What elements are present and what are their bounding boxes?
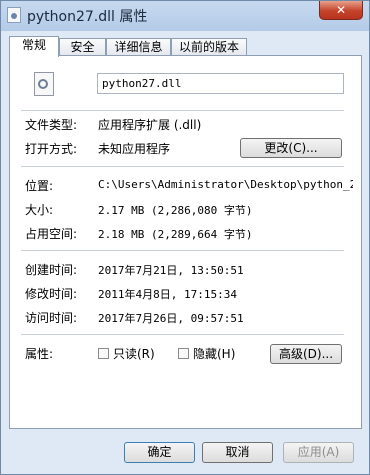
- dll-file-icon: [34, 72, 54, 96]
- cancel-button[interactable]: 取消: [202, 442, 273, 463]
- general-panel: python27.dll 文件类型: 应用程序扩展 (.dll) 打开方式: 未…: [9, 55, 362, 429]
- location-value: C:\Users\Administrator\Desktop\python_22…: [98, 178, 353, 191]
- open-with-label: 打开方式:: [25, 142, 78, 156]
- size-value: 2.17 MB (2,286,080 字节): [98, 204, 253, 217]
- window-title: python27.dll 属性: [27, 9, 148, 25]
- hidden-checkbox[interactable]: [178, 348, 189, 359]
- close-button[interactable]: ✕: [319, 1, 363, 20]
- filename-field[interactable]: python27.dll: [97, 73, 344, 94]
- location-label: 位置:: [25, 179, 54, 193]
- divider: [21, 110, 344, 111]
- divider: [21, 250, 344, 251]
- accessed-value: 2017年7月26日, 09:57:51: [98, 312, 244, 325]
- readonly-label[interactable]: 只读(R): [113, 345, 155, 362]
- ok-button[interactable]: 确定: [124, 442, 195, 463]
- apply-button[interactable]: 应用(A): [283, 442, 354, 463]
- tab-general[interactable]: 常规: [9, 36, 59, 57]
- size-label: 大小:: [25, 203, 54, 217]
- advanced-button[interactable]: 高级(D)...: [270, 344, 342, 364]
- file-type-value: 应用程序扩展 (.dll): [98, 118, 202, 132]
- tab-details[interactable]: 详细信息: [106, 38, 171, 56]
- properties-window: python27.dll 属性 ✕ 常规 安全 详细信息 以前的版本 pytho…: [0, 0, 370, 475]
- divider: [21, 334, 344, 335]
- created-label: 创建时间:: [25, 263, 78, 277]
- size-on-disk-label: 占用空间:: [25, 227, 78, 241]
- accessed-label: 访问时间:: [25, 311, 78, 325]
- divider: [21, 166, 344, 167]
- readonly-checkbox[interactable]: [98, 348, 109, 359]
- modified-value: 2011年4月8日, 17:15:34: [98, 288, 237, 301]
- title-bar[interactable]: python27.dll 属性 ✕: [1, 1, 369, 31]
- change-button[interactable]: 更改(C)...: [240, 138, 342, 158]
- tab-security[interactable]: 安全: [59, 38, 106, 56]
- modified-label: 修改时间:: [25, 287, 78, 301]
- dll-file-icon: [7, 7, 21, 23]
- tab-previous-versions[interactable]: 以前的版本: [171, 38, 247, 56]
- file-type-label: 文件类型:: [25, 118, 78, 132]
- attributes-label: 属性:: [25, 347, 54, 361]
- created-value: 2017年7月21日, 13:50:51: [98, 264, 244, 277]
- hidden-label[interactable]: 隐藏(H): [193, 345, 235, 362]
- open-with-value: 未知应用程序: [98, 142, 171, 156]
- size-on-disk-value: 2.18 MB (2,289,664 字节): [98, 228, 253, 241]
